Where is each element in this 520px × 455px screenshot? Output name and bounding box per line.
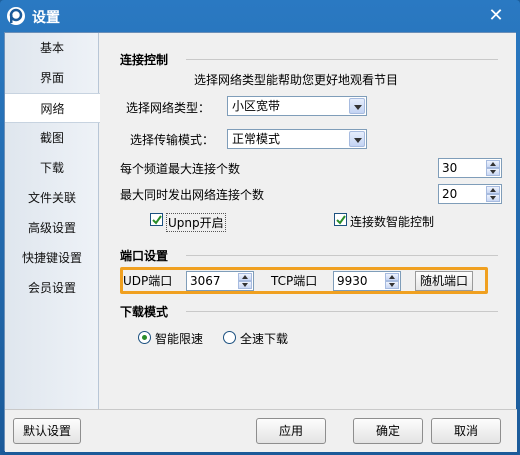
- chevron-down-icon: [349, 131, 365, 147]
- transfer-mode-select[interactable]: 正常模式: [227, 129, 367, 149]
- smart-limit-label[interactable]: 智能限速: [155, 330, 203, 347]
- udp-port-value: 3067: [190, 274, 221, 288]
- sidebar-item-download[interactable]: 下载: [5, 153, 99, 183]
- network-hint-text: 选择网络类型能帮助您更好地观看节目: [194, 73, 399, 87]
- stepper-down-icon[interactable]: [238, 281, 252, 289]
- tcp-port-label: TCP端口: [271, 274, 318, 288]
- stepper-up-icon[interactable]: [385, 273, 399, 281]
- client-area: 基本 界面 网络 截图 下载 文件关联 高级设置 快捷键设置 会员设置 连接控制…: [4, 32, 517, 452]
- sidebar-item-hotkeys[interactable]: 快捷键设置: [5, 243, 99, 273]
- stepper-down-icon[interactable]: [385, 281, 399, 289]
- close-icon[interactable]: ✕: [486, 6, 506, 26]
- check-icon: [152, 215, 162, 225]
- window-title: 设置: [32, 10, 60, 26]
- max-concurrent-value: 20: [442, 187, 458, 201]
- check-icon: [336, 215, 346, 225]
- stepper-up-icon[interactable]: [486, 160, 500, 168]
- section-divider: [186, 311, 498, 312]
- dialog-footer: 默认设置 应用 确定 取消: [5, 409, 517, 452]
- sidebar-item-advanced[interactable]: 高级设置: [5, 213, 99, 243]
- smart-limit-radio[interactable]: [138, 331, 151, 344]
- default-settings-button[interactable]: 默认设置: [13, 418, 81, 444]
- settings-window: 设置 ✕ 基本 界面 网络 截图 下载 文件关联 高级设置 快捷键设置 会员设置…: [0, 0, 520, 455]
- title-bar[interactable]: 设置 ✕: [0, 0, 520, 32]
- stepper-up-icon[interactable]: [238, 273, 252, 281]
- network-type-value: 小区宽带: [232, 99, 281, 113]
- upnp-checkbox[interactable]: [150, 213, 163, 226]
- sidebar-item-basic[interactable]: 基本: [5, 33, 99, 63]
- sidebar-item-file-association[interactable]: 文件关联: [5, 183, 99, 213]
- tcp-port-value: 9930: [337, 274, 368, 288]
- ok-button[interactable]: 确定: [353, 418, 423, 444]
- smart-connection-checkbox[interactable]: [334, 213, 347, 226]
- max-per-channel-stepper[interactable]: 30: [438, 158, 502, 178]
- smart-connection-label[interactable]: 连接数智能控制: [350, 213, 434, 230]
- apply-button[interactable]: 应用: [256, 418, 326, 444]
- udp-port-stepper[interactable]: 3067: [186, 271, 254, 291]
- random-port-button[interactable]: 随机端口: [415, 271, 473, 291]
- section-divider: [186, 255, 498, 256]
- network-type-select[interactable]: 小区宽带: [227, 96, 367, 116]
- upnp-label[interactable]: Upnp开启: [166, 213, 226, 232]
- sidebar: 基本 界面 网络 截图 下载 文件关联 高级设置 快捷键设置 会员设置: [5, 33, 100, 409]
- chevron-down-icon: [349, 98, 365, 114]
- tcp-port-stepper[interactable]: 9930: [333, 271, 401, 291]
- stepper-down-icon[interactable]: [486, 168, 500, 176]
- udp-port-label: UDP端口: [123, 274, 173, 288]
- app-logo-icon: [6, 6, 26, 26]
- stepper-down-icon[interactable]: [486, 194, 500, 202]
- max-concurrent-stepper[interactable]: 20: [438, 184, 502, 204]
- cancel-button[interactable]: 取消: [431, 418, 501, 444]
- section-title-ports: 端口设置: [120, 249, 169, 263]
- sidebar-item-member[interactable]: 会员设置: [5, 273, 99, 303]
- sidebar-item-network[interactable]: 网络: [5, 93, 100, 123]
- port-settings-highlight: UDP端口 3067 TCP端口 9930 随机端口: [120, 267, 488, 294]
- network-type-label: 选择网络类型：: [126, 101, 211, 115]
- sidebar-item-interface[interactable]: 界面: [5, 63, 99, 93]
- full-speed-radio[interactable]: [223, 331, 236, 344]
- section-title-download: 下载模式: [120, 305, 169, 319]
- max-per-channel-label: 每个频道最大连接个数: [120, 162, 241, 176]
- network-settings-panel: 连接控制 选择网络类型能帮助您更好地观看节目 选择网络类型： 小区宽带 选择传输…: [100, 33, 516, 409]
- max-concurrent-label: 最大同时发出网络连接个数: [120, 188, 265, 202]
- section-divider: [186, 59, 498, 60]
- transfer-mode-label: 选择传输模式：: [130, 133, 215, 147]
- section-title-connection: 连接控制: [120, 53, 169, 67]
- stepper-up-icon[interactable]: [486, 186, 500, 194]
- full-speed-label[interactable]: 全速下载: [240, 330, 288, 347]
- max-per-channel-value: 30: [442, 161, 458, 175]
- transfer-mode-value: 正常模式: [232, 132, 281, 146]
- sidebar-item-screenshot[interactable]: 截图: [5, 123, 99, 153]
